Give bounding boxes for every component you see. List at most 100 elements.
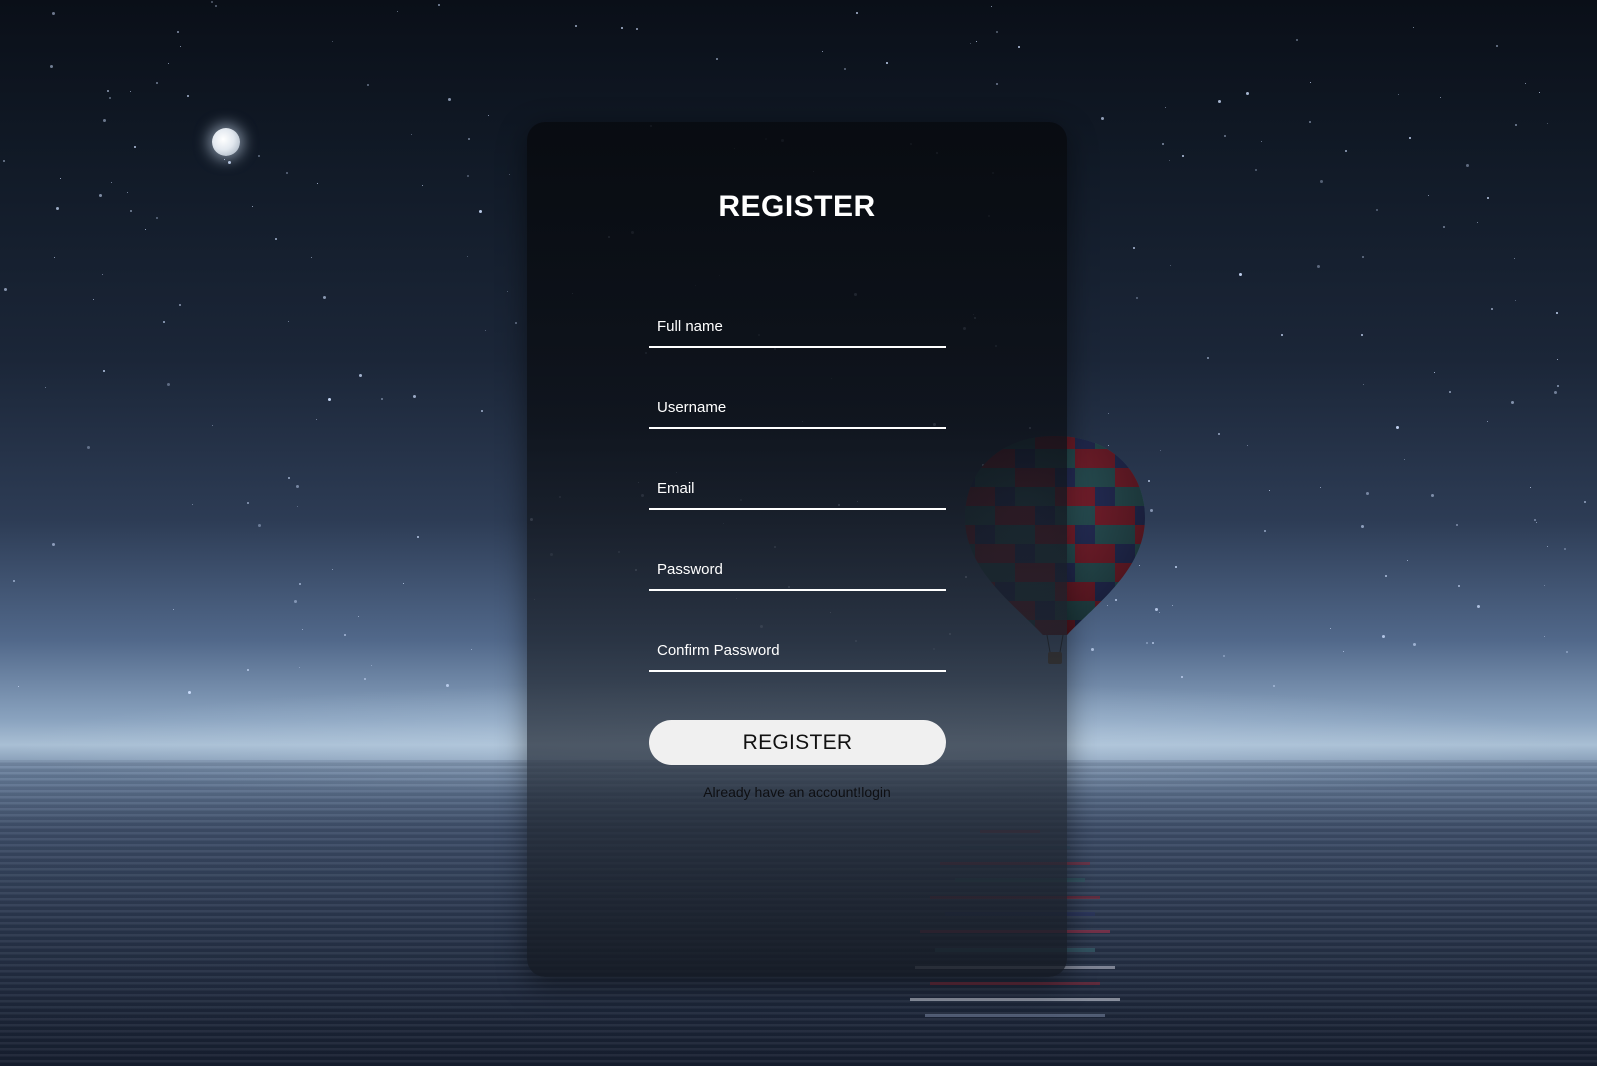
star	[18, 686, 19, 687]
star	[1247, 445, 1248, 446]
confirm-password-input[interactable]	[649, 630, 946, 670]
star	[56, 207, 59, 210]
star	[359, 374, 362, 377]
star	[976, 41, 977, 42]
star	[1159, 612, 1160, 613]
star	[844, 68, 846, 70]
star	[996, 83, 998, 85]
password-field	[649, 549, 946, 591]
star	[485, 330, 486, 331]
star	[509, 174, 510, 175]
star	[413, 395, 416, 398]
star	[1169, 160, 1170, 161]
star	[168, 63, 169, 64]
star	[252, 206, 253, 207]
balloon-panel	[1115, 620, 1135, 635]
star	[302, 629, 303, 630]
star	[1525, 83, 1526, 84]
confirm-password-field	[649, 630, 946, 672]
star	[1181, 676, 1183, 678]
star	[275, 238, 277, 240]
star	[1261, 141, 1262, 142]
username-input[interactable]	[649, 387, 946, 427]
login-prompt-text: Already have an account!	[703, 784, 862, 800]
star	[468, 138, 470, 140]
password-input[interactable]	[649, 549, 946, 589]
star	[1584, 501, 1586, 503]
star	[1345, 150, 1347, 152]
register-button[interactable]: REGISTER	[649, 720, 946, 765]
star	[102, 274, 103, 275]
star	[371, 665, 372, 666]
star	[381, 398, 383, 400]
star	[1449, 391, 1451, 393]
star	[1534, 519, 1536, 521]
star	[156, 217, 158, 219]
star	[1443, 226, 1445, 228]
login-prompt: Already have an account!login	[527, 784, 1067, 800]
star	[1456, 524, 1458, 526]
star	[1404, 459, 1405, 460]
star	[3, 160, 5, 162]
star	[1536, 522, 1537, 523]
star	[1511, 401, 1514, 404]
star	[1477, 222, 1478, 223]
star	[60, 178, 61, 179]
star	[50, 65, 53, 68]
star	[1343, 651, 1344, 652]
star	[1556, 312, 1558, 314]
star	[299, 583, 301, 585]
star	[299, 667, 300, 668]
balloon-panel	[1135, 449, 1145, 468]
star	[358, 616, 359, 617]
balloon-panel	[1135, 601, 1145, 620]
star	[1218, 100, 1221, 103]
star	[103, 119, 106, 122]
star	[1466, 164, 1469, 167]
balloon-panel	[1135, 620, 1145, 635]
star	[296, 485, 299, 488]
email-input[interactable]	[649, 468, 946, 508]
star	[636, 28, 638, 30]
star	[288, 477, 290, 479]
star	[87, 446, 90, 449]
star	[99, 194, 102, 197]
star	[1155, 608, 1158, 611]
star	[1223, 655, 1225, 657]
star	[1018, 46, 1020, 48]
star	[224, 159, 225, 160]
star	[1407, 560, 1408, 561]
star	[1182, 155, 1184, 157]
star	[1566, 651, 1568, 653]
star	[127, 192, 128, 193]
star	[93, 299, 94, 300]
star	[996, 31, 998, 33]
star	[130, 210, 132, 212]
star	[481, 410, 483, 412]
star	[886, 62, 888, 64]
star	[297, 506, 298, 507]
star	[52, 12, 55, 15]
star	[1133, 247, 1135, 249]
star	[1514, 258, 1515, 259]
full-name-input[interactable]	[649, 306, 946, 346]
star	[1269, 490, 1270, 491]
star	[1385, 575, 1387, 577]
star	[107, 90, 109, 92]
star	[1172, 605, 1173, 606]
balloon-panel	[1095, 620, 1115, 635]
star	[1554, 391, 1557, 394]
email-field	[649, 468, 946, 510]
star	[467, 175, 469, 177]
star	[258, 155, 260, 157]
star	[1431, 494, 1434, 497]
login-link[interactable]: login	[861, 784, 891, 800]
star	[130, 91, 131, 92]
star	[1564, 548, 1566, 550]
star	[1413, 643, 1416, 646]
star	[4, 288, 7, 291]
star	[332, 569, 333, 570]
star	[1515, 124, 1517, 126]
balloon-panel	[1135, 563, 1145, 582]
star	[177, 31, 179, 33]
